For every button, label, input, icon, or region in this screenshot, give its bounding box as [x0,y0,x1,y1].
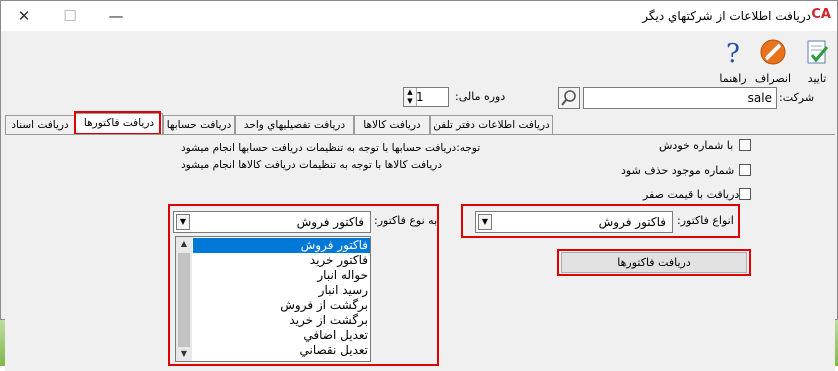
cancel-label: انصراف [754,72,792,85]
target-type-value: فاكتور فروش [296,215,364,229]
cancel-icon [760,39,786,65]
close-icon: ✕ [17,7,31,25]
period-stepper[interactable]: 1 ▲ ▼ [403,87,449,107]
delete-existing-label: شماره موجود حذف شود [621,164,735,177]
company-search-button[interactable] [558,87,580,109]
note-line-1: توجه:دريافت حسابها با توجه به تنظيمات در… [181,142,481,154]
help-button[interactable]: ? راهنما [713,37,753,85]
maximize-icon: ☐ [63,7,77,25]
receive-invoices-button[interactable]: دريافت فاکتورها [561,252,747,273]
list-item[interactable]: حواله انبار [193,268,370,283]
target-type-label: به نوع فاکتور: [374,214,438,227]
dropdown-scrollbar[interactable]: ▲ ▼ [176,237,192,361]
list-item[interactable]: تعديل اضافي [193,328,370,343]
zero-price-checkbox[interactable] [739,188,751,200]
close-button[interactable]: ✕ [1,1,47,31]
confirm-icon [807,40,829,64]
keep-number-label: با شماره خودش [659,139,734,152]
minimize-icon: — [108,7,124,25]
svg-text:?: ? [726,39,740,67]
search-icon [561,90,576,106]
target-type-select[interactable]: ▼ فاكتور فروش [173,211,371,233]
company-label: شرکت: [779,91,815,104]
window-title: دريافت اطلاعات از شرکتهاي ديگر [642,9,811,23]
confirm-button[interactable]: تاييد [797,37,837,85]
period-label: دوره مالی: [455,90,506,103]
note-line-2: دريافت کالاها با توجه به تنظيمات دريافت … [181,159,443,171]
list-item[interactable]: برگشت از فروش [193,298,370,313]
tab-phonebook[interactable]: دریافت اطلاعات دفتر تلفن [430,115,553,134]
period-spin-buttons[interactable]: ▲ ▼ [404,88,417,106]
minimize-button[interactable]: — [93,1,139,31]
scroll-up-icon[interactable]: ▲ [176,237,192,251]
chevron-down-icon: ▼ [176,214,190,230]
target-type-dropdown-list[interactable]: ▲ ▼ فاكتور فروش فاكتور خريد حواله انبار … [175,236,371,362]
list-item[interactable]: برگشت از خريد [193,313,370,328]
tab-goods[interactable]: دريافت کالاها [354,115,430,134]
tab-unit-details[interactable]: دريافت تفصيليهاي واحد [235,115,354,134]
scrollbar-thumb[interactable] [178,253,190,347]
period-value: 1 [416,90,424,104]
confirm-label: تاييد [807,72,827,85]
tab-documents[interactable]: دريافت اسناد [5,115,75,134]
maximize-button[interactable]: ☐ [47,1,93,31]
help-label: راهنما [719,72,747,85]
company-input[interactable] [583,87,777,109]
zero-price-label: دريافت با قيمت صفر [643,188,740,201]
invoice-type-value: فاكتور فروش [598,215,666,229]
list-item[interactable]: رسيد انبار [193,283,370,298]
invoice-type-select[interactable]: ▼ فاكتور فروش [475,211,673,233]
app-logo: CA [811,7,831,22]
scroll-down-icon[interactable]: ▼ [176,347,192,361]
chevron-down-icon: ▼ [478,214,492,230]
title-bar: CA دريافت اطلاعات از شرکتهاي ديگر ✕ ☐ — [1,1,837,31]
invoice-type-label: انواع فاکتور: [677,214,734,227]
app-window: CA دريافت اطلاعات از شرکتهاي ديگر ✕ ☐ — … [0,0,838,371]
cancel-button[interactable]: انصراف [753,37,793,85]
tab-accounts[interactable]: دريافت حسابها [163,115,235,134]
list-item[interactable]: فاكتور فروش [193,238,370,253]
delete-existing-checkbox[interactable] [739,164,751,176]
tab-highlight [74,111,161,135]
keep-number-checkbox[interactable] [739,139,751,151]
help-icon: ? [726,39,740,69]
list-item[interactable]: فاكتور خريد [193,253,370,268]
list-item[interactable]: تعديل نقصاني [193,343,370,358]
